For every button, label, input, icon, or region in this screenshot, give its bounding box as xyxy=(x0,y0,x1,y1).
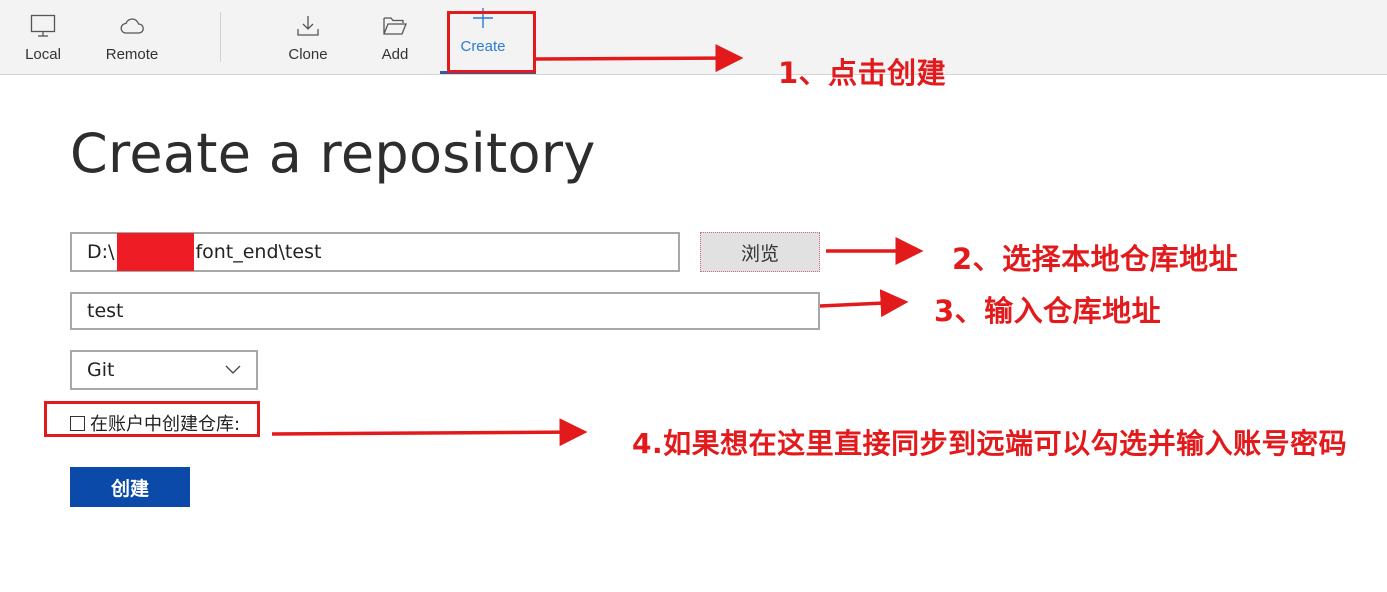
tab-local[interactable]: Local xyxy=(18,0,68,74)
browse-button[interactable]: 浏览 xyxy=(700,232,820,272)
local-path-input[interactable]: D:\ font_end\test xyxy=(70,232,680,272)
annotation-box-create-tab xyxy=(447,11,536,73)
toolbar-separator xyxy=(220,12,221,62)
annotation-step-4: 4.如果想在这里直接同步到远端可以勾选并输入账号密码 xyxy=(632,427,1348,460)
tab-clone-label: Clone xyxy=(288,46,328,63)
annotation-step-3: 3、输入仓库地址 xyxy=(934,294,1162,328)
annotation-step-2: 2、选择本地仓库地址 xyxy=(952,242,1239,276)
annotation-arrow-3 xyxy=(819,289,909,318)
repository-name-input[interactable]: test xyxy=(70,292,820,330)
annotation-step-1: 1、点击创建 xyxy=(778,56,947,90)
tab-add[interactable]: Add xyxy=(372,0,418,74)
vcs-type-select[interactable]: Git xyxy=(70,350,258,390)
cloud-icon xyxy=(120,18,144,34)
vcs-selected-value: Git xyxy=(87,359,115,381)
path-prefix: D:\ xyxy=(87,241,115,263)
tab-remote[interactable]: Remote xyxy=(100,0,164,74)
create-button[interactable]: 创建 xyxy=(70,467,190,507)
redaction-box xyxy=(117,233,195,271)
tab-local-label: Local xyxy=(25,46,61,63)
page-title: Create a repository xyxy=(70,122,596,185)
download-icon xyxy=(297,16,319,36)
monitor-icon xyxy=(30,14,56,37)
annotation-box-checkbox xyxy=(44,401,260,437)
toolbar: Local Remote Clone Add Create xyxy=(0,0,1387,75)
annotation-arrow-4 xyxy=(271,418,588,447)
folder-open-icon xyxy=(383,17,407,35)
tab-remote-label: Remote xyxy=(105,46,159,63)
repository-name-value: test xyxy=(87,300,124,322)
chevron-down-icon xyxy=(225,365,241,374)
tab-clone[interactable]: Clone xyxy=(283,0,333,74)
tab-add-label: Add xyxy=(381,46,409,63)
path-suffix: font_end\test xyxy=(195,241,322,263)
